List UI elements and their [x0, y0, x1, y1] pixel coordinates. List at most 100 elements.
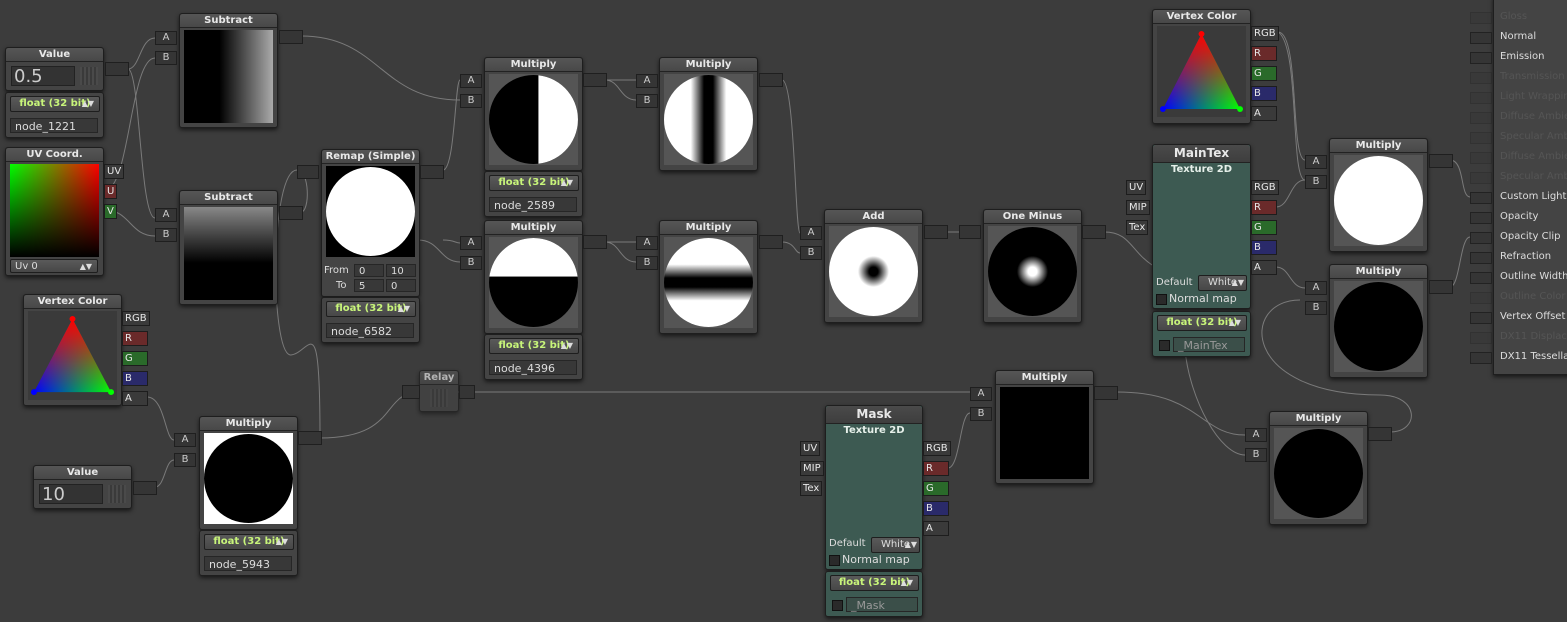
precision-dropdown[interactable]: float (32 bit) ▲▼ — [1157, 315, 1247, 331]
port-out[interactable] — [1082, 225, 1106, 239]
port-out[interactable] — [459, 385, 475, 399]
port-a[interactable]: A — [636, 74, 658, 88]
port-a[interactable]: A — [1305, 281, 1327, 295]
port-g[interactable]: G — [923, 481, 949, 496]
add-node[interactable]: Add — [824, 209, 923, 323]
relay-node[interactable]: Relay — [419, 370, 459, 412]
port-out[interactable] — [279, 30, 303, 44]
subtract-node-1[interactable]: Subtract — [179, 13, 278, 128]
port-mip[interactable]: MIP — [1126, 200, 1150, 215]
subtract-node-2[interactable]: Subtract — [179, 190, 278, 305]
port-a[interactable]: A — [460, 236, 482, 250]
port-b[interactable]: B — [155, 51, 177, 65]
port-rgb[interactable]: RGB — [923, 441, 951, 456]
port-r[interactable]: R — [122, 331, 148, 346]
default-dropdown[interactable]: White ▲▼ — [1198, 275, 1247, 291]
port-out[interactable] — [1429, 154, 1453, 168]
multiply-node-right-3[interactable]: Multiply — [1269, 411, 1368, 525]
from-min-field[interactable]: 0 — [354, 264, 384, 277]
port-out[interactable] — [759, 73, 783, 87]
sidebar-port[interactable] — [1470, 12, 1492, 24]
port-out[interactable] — [759, 235, 783, 249]
port-b[interactable]: B — [122, 371, 148, 386]
port-out[interactable] — [583, 235, 607, 249]
port-r[interactable]: R — [1251, 200, 1277, 215]
port-v[interactable]: V — [104, 204, 117, 219]
sidebar-port[interactable] — [1470, 192, 1492, 204]
node-name-field[interactable]: node_2589 — [489, 197, 577, 212]
precision-dropdown[interactable]: float (32 bit) ▲▼ — [10, 96, 100, 112]
drag-grip[interactable] — [80, 67, 98, 85]
port-a[interactable]: A — [460, 74, 482, 88]
port-a[interactable]: A — [174, 433, 196, 447]
mask-texture-node[interactable]: Mask Texture 2D Default White ▲▼ Normal m… — [825, 405, 923, 570]
uv-coord-node[interactable]: UV Coord. Uv 0 ▲▼ — [5, 147, 104, 276]
port-out[interactable] — [298, 431, 322, 445]
port-u[interactable]: U — [104, 184, 118, 199]
port-b[interactable]: B — [460, 94, 482, 108]
node-name-field[interactable]: node_4396 — [489, 360, 577, 375]
sidebar-port[interactable] — [1470, 72, 1492, 84]
vertex-color-node-2[interactable]: Vertex Color — [23, 294, 122, 406]
node-name-field[interactable]: node_5943 — [204, 556, 292, 571]
uv-channel-dropdown[interactable]: Uv 0 ▲▼ — [10, 259, 98, 273]
port-a[interactable]: A — [1245, 428, 1267, 442]
sidebar-port[interactable] — [1470, 312, 1492, 324]
sidebar-port[interactable] — [1470, 152, 1492, 164]
port-r[interactable]: R — [1251, 46, 1277, 61]
multiply-node-mask[interactable]: Multiply — [995, 370, 1094, 484]
from-max-field[interactable]: 10 — [386, 264, 416, 277]
sidebar-port[interactable] — [1470, 32, 1492, 44]
port-b[interactable]: B — [970, 407, 992, 421]
port-b[interactable]: B — [1305, 175, 1327, 189]
port-out[interactable] — [1368, 427, 1392, 441]
port-a[interactable]: A — [923, 521, 949, 536]
value-field[interactable]: 10 — [39, 484, 103, 505]
port-g[interactable]: G — [1251, 66, 1277, 81]
sidebar-port[interactable] — [1470, 52, 1492, 64]
value-node-2[interactable]: Value 10 — [33, 465, 132, 509]
port-in[interactable] — [959, 225, 981, 239]
port-rgb[interactable]: RGB — [122, 311, 150, 326]
sidebar-port[interactable] — [1470, 212, 1492, 224]
value-field[interactable]: 0.5 — [11, 66, 75, 87]
port-out[interactable] — [133, 481, 157, 495]
sidebar-port[interactable] — [1470, 232, 1492, 244]
port-b[interactable]: B — [460, 256, 482, 270]
port-out[interactable] — [105, 62, 129, 76]
port-b[interactable]: B — [174, 453, 196, 467]
port-a[interactable]: A — [970, 387, 992, 401]
multiply-node-right-2[interactable]: Multiply — [1329, 264, 1428, 378]
port-b[interactable]: B — [1305, 301, 1327, 315]
port-out[interactable] — [583, 73, 607, 87]
port-b[interactable]: B — [636, 256, 658, 270]
port-a[interactable]: A — [155, 31, 177, 45]
normal-map-checkbox[interactable] — [1156, 294, 1167, 305]
one-minus-node[interactable]: One Minus — [983, 209, 1082, 323]
port-b[interactable]: B — [636, 94, 658, 108]
to-max-field[interactable]: 0 — [386, 279, 416, 292]
multiply-node-mid-1[interactable]: Multiply — [484, 220, 583, 334]
value-node-1[interactable]: Value 0.5 — [5, 47, 104, 91]
property-checkbox[interactable] — [832, 600, 843, 611]
multiply-node-bottom[interactable]: Multiply — [199, 416, 298, 530]
port-tex[interactable]: Tex — [1126, 220, 1149, 235]
property-name-field[interactable]: _Mask — [846, 597, 918, 612]
port-a[interactable]: A — [122, 391, 148, 406]
drag-grip[interactable] — [108, 485, 126, 503]
port-rgb[interactable]: RGB — [1251, 180, 1279, 195]
node-name-field[interactable]: node_6582 — [326, 323, 414, 338]
port-a[interactable]: A — [155, 208, 177, 222]
multiply-node-top-2[interactable]: Multiply — [659, 57, 758, 171]
drag-grip[interactable] — [430, 389, 448, 407]
port-rgb[interactable]: RGB — [1251, 26, 1279, 41]
normal-map-checkbox[interactable] — [829, 555, 840, 566]
sidebar-port[interactable] — [1470, 172, 1492, 184]
sidebar-port[interactable] — [1470, 252, 1492, 264]
sidebar-port[interactable] — [1470, 112, 1492, 124]
remap-node[interactable]: Remap (Simple) From 0 10 To 5 0 — [321, 149, 420, 297]
vertex-color-node-1[interactable]: Vertex Color — [1152, 9, 1251, 124]
port-uv[interactable]: UV — [1126, 180, 1147, 195]
sidebar-port[interactable] — [1470, 292, 1492, 304]
port-b[interactable]: B — [923, 501, 949, 516]
